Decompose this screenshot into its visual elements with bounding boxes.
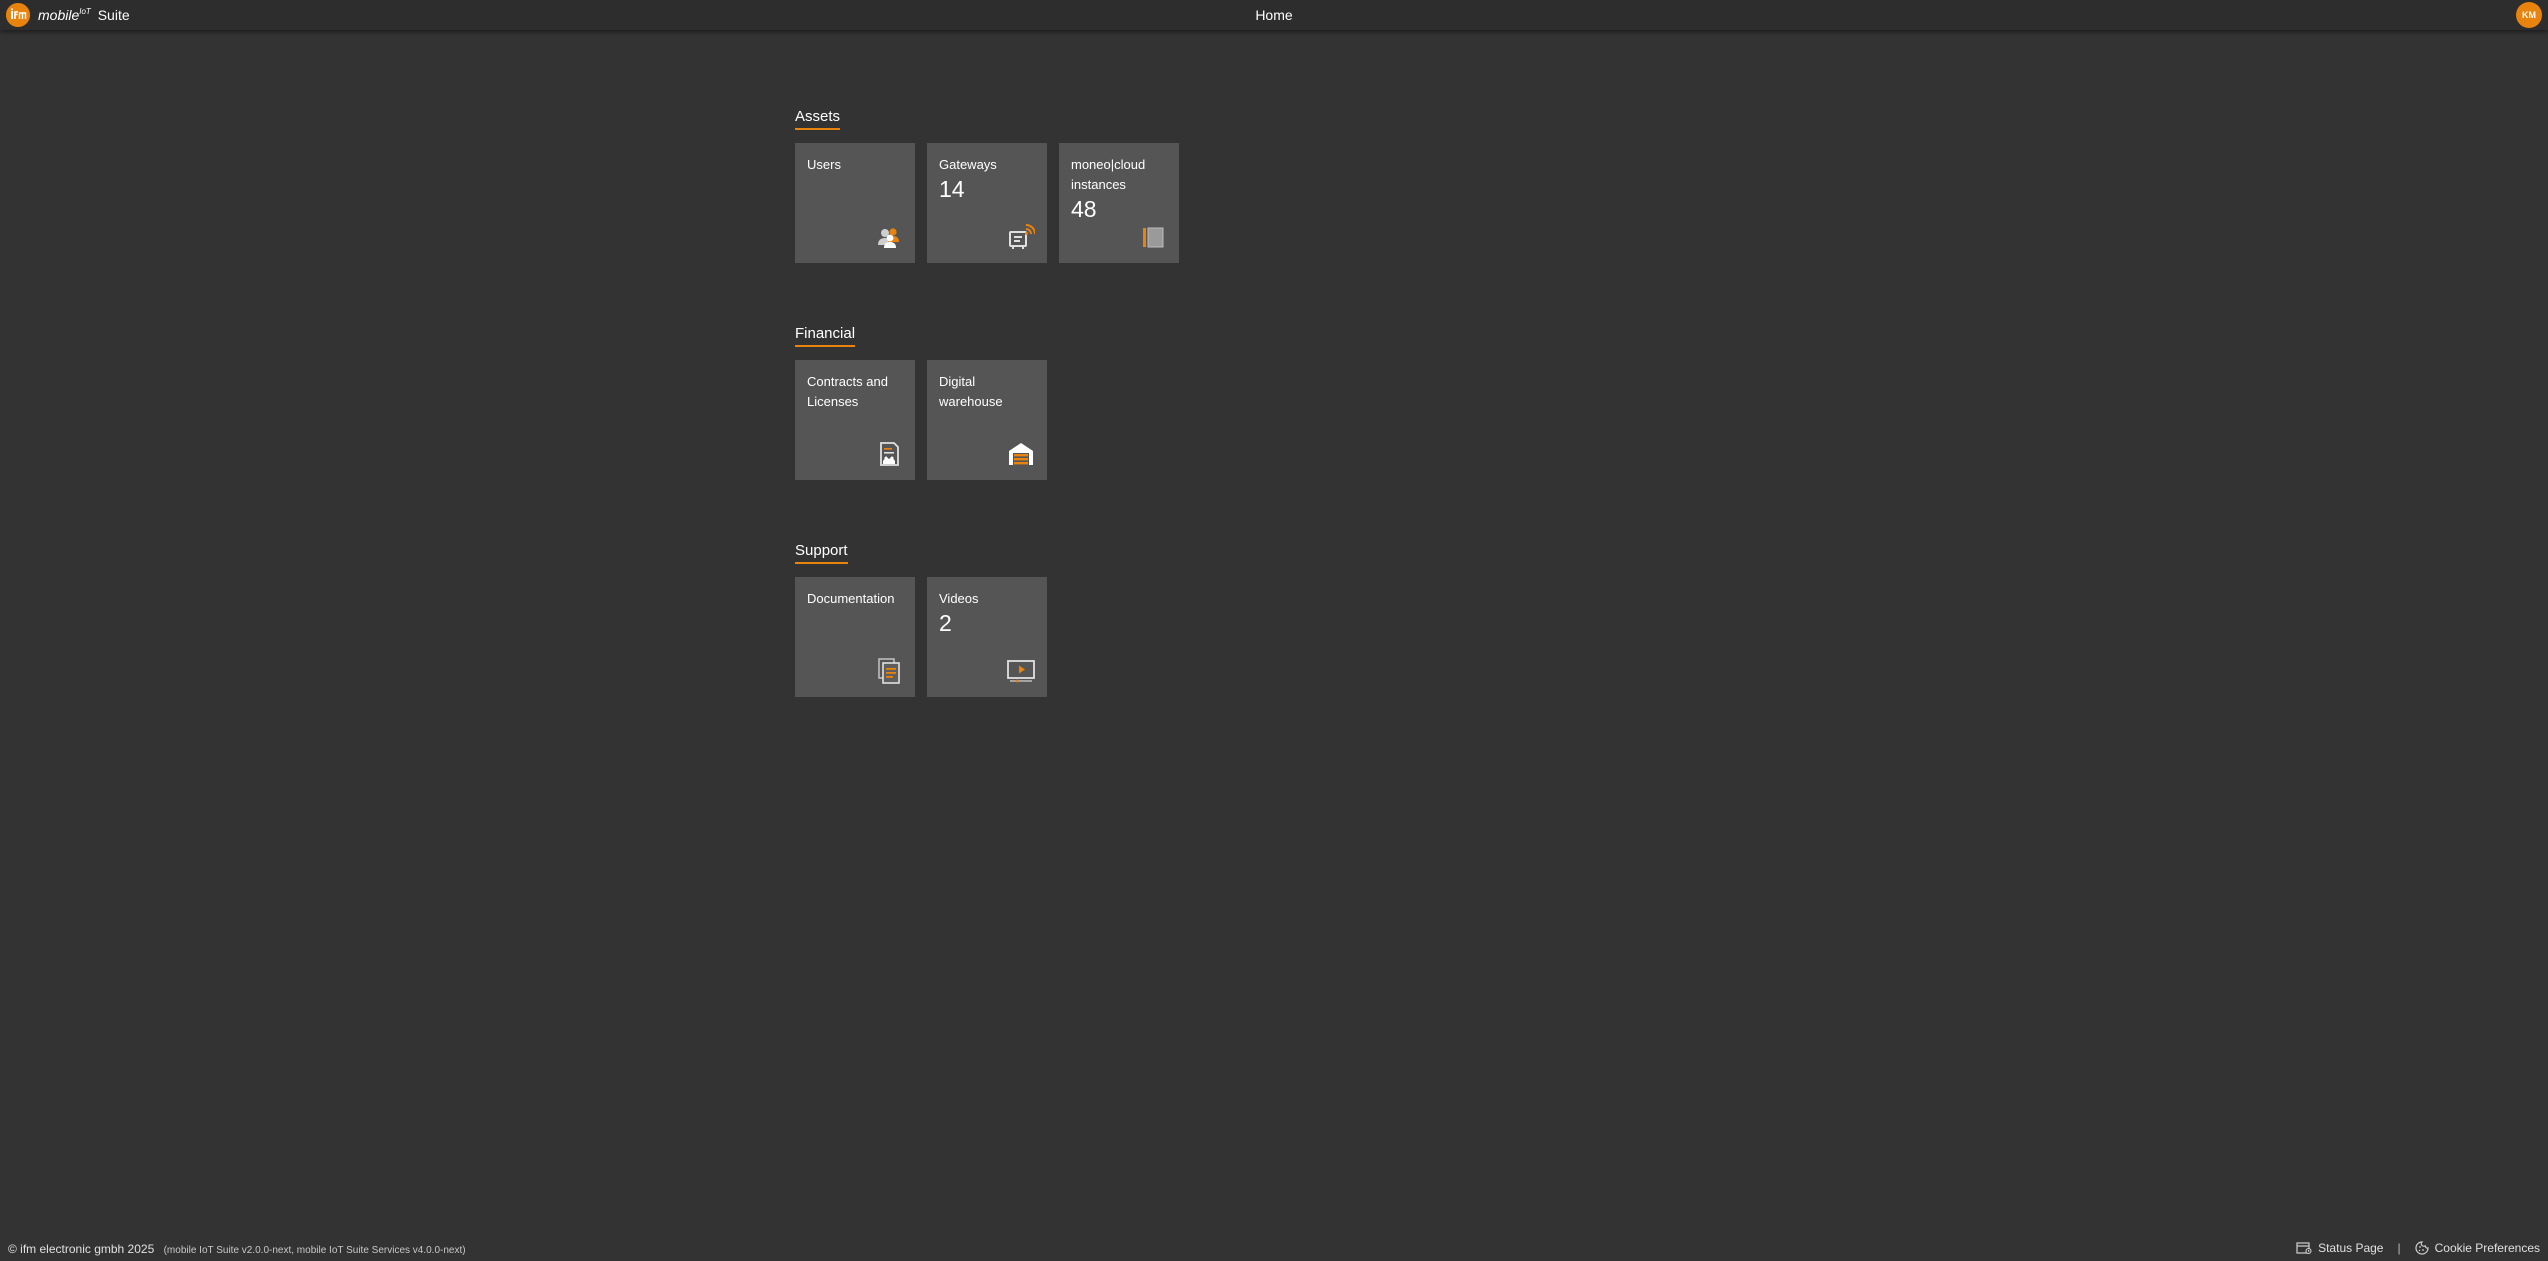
tile-moneo-cloud-instances[interactable]: moneo|cloud instances 48: [1059, 143, 1179, 263]
page-title: Home: [1255, 7, 1293, 23]
tile-users[interactable]: Users: [795, 143, 915, 263]
footer-separator: |: [2397, 1241, 2401, 1255]
status-page-label: Status Page: [2318, 1241, 2384, 1255]
tile-count: 2: [939, 610, 952, 636]
tile-count: 14: [939, 176, 965, 202]
status-page-link[interactable]: Status Page: [2296, 1241, 2383, 1255]
brand-suite: Suite: [97, 7, 130, 23]
tile-videos[interactable]: Videos 2: [927, 577, 1047, 697]
copyright-text: © ifm electronic gmbh 2025: [8, 1242, 155, 1256]
brand[interactable]: mobileIoT Suite: [6, 3, 130, 27]
user-avatar[interactable]: KM: [2516, 2, 2542, 28]
brand-name: mobileIoT Suite: [38, 7, 130, 23]
cookie-icon: [2415, 1241, 2429, 1255]
tile-label: Gateways: [939, 157, 997, 172]
top-bar: mobileIoT Suite Home KM: [0, 0, 2548, 30]
footer: © ifm electronic gmbh 2025 (mobile IoT S…: [0, 1237, 2548, 1261]
footer-info: © ifm electronic gmbh 2025 (mobile IoT S…: [8, 1242, 466, 1256]
assets-section: Assets: [795, 108, 841, 130]
warehouse-icon: [1009, 443, 1033, 465]
gateway-icon: [1009, 224, 1035, 249]
version-text: (mobile IoT Suite v2.0.0-next, mobile Io…: [163, 1245, 466, 1256]
video-icon: [1007, 660, 1035, 683]
tile-digital-warehouse[interactable]: Digital warehouse: [927, 360, 1047, 480]
financial-section: Financial: [795, 325, 856, 347]
tile-count: 48: [1071, 196, 1097, 222]
tile-documentation[interactable]: Documentation: [795, 577, 915, 697]
status-page-icon: [2296, 1242, 2312, 1255]
support-section: Support: [795, 542, 848, 564]
cookie-preferences-link[interactable]: Cookie Preferences: [2415, 1241, 2540, 1255]
cookie-preferences-label: Cookie Preferences: [2434, 1241, 2540, 1255]
brand-mobile: mobile: [38, 7, 80, 23]
tile-label: Contracts and Licenses: [807, 374, 888, 409]
tile-contracts-and-licenses[interactable]: Contracts and Licenses: [795, 360, 915, 480]
footer-links: Status Page | Cookie Preferences: [2296, 1241, 2540, 1255]
section-title-financial: Financial: [795, 325, 856, 347]
tile-gateways[interactable]: Gateways 14: [927, 143, 1047, 263]
contract-icon: [880, 442, 899, 466]
tile-label: Users: [807, 157, 841, 172]
documentation-icon: [878, 658, 900, 684]
brand-sup: IoT: [79, 7, 91, 16]
cloud-instance-icon: [1143, 227, 1164, 248]
tile-label: Digital warehouse: [939, 374, 1003, 409]
tile-label: moneo|cloud instances: [1071, 157, 1146, 192]
financial-tiles: Contracts and Licenses Digital warehouse: [795, 360, 1047, 480]
section-title-support: Support: [795, 542, 848, 564]
assets-tiles: Users Gateways 14 moneo|cloud instances …: [795, 143, 1179, 263]
section-title-assets: Assets: [795, 108, 841, 130]
users-icon: [878, 228, 899, 248]
support-tiles: Documentation Videos 2: [795, 577, 1047, 697]
tile-label: Videos: [939, 591, 979, 606]
ifm-logo-icon: [6, 3, 30, 27]
tile-label: Documentation: [807, 591, 895, 606]
